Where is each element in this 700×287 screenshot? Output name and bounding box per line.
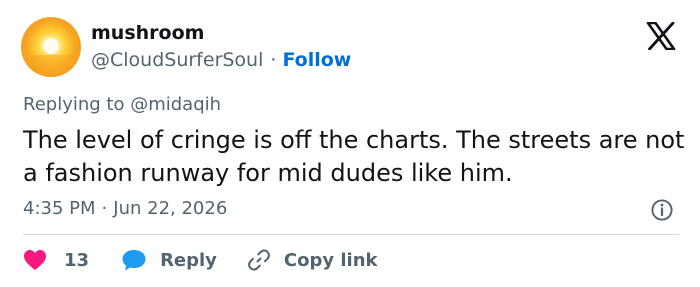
replying-to-prefix: Replying to bbox=[23, 94, 125, 115]
info-icon[interactable] bbox=[650, 198, 674, 222]
timestamp-separator: · bbox=[101, 198, 108, 219]
sunset-avatar-image bbox=[21, 38, 81, 77]
handle-separator: · bbox=[270, 49, 277, 71]
action-bar: 13 Reply Copy link bbox=[23, 246, 378, 274]
reply-bubble-icon bbox=[122, 250, 146, 271]
tweet-timestamp[interactable]: 4:35 PM · Jun 22, 2026 bbox=[23, 196, 227, 222]
avatar[interactable] bbox=[21, 17, 81, 77]
replying-to: Replying to @midaqih bbox=[23, 93, 221, 117]
reply-button[interactable]: Reply bbox=[121, 248, 217, 272]
copy-link-label: Copy link bbox=[283, 249, 378, 271]
follow-button[interactable]: Follow bbox=[282, 49, 351, 71]
x-logo-icon[interactable] bbox=[646, 22, 676, 50]
replying-to-handle[interactable]: @midaqih bbox=[130, 94, 221, 115]
heart-icon bbox=[24, 250, 46, 270]
tweet-text: The level of cringe is off the charts. T… bbox=[23, 126, 685, 187]
tweet-date: Jun 22, 2026 bbox=[113, 198, 228, 219]
tweet-time: 4:35 PM bbox=[23, 198, 96, 219]
like-count: 13 bbox=[64, 249, 90, 271]
divider bbox=[23, 234, 679, 235]
author-handle-line: @CloudSurferSoul · Follow bbox=[91, 47, 351, 73]
reply-label: Reply bbox=[160, 249, 217, 271]
author-handle[interactable]: @CloudSurferSoul bbox=[91, 49, 263, 71]
author-display-name[interactable]: mushroom bbox=[91, 20, 204, 46]
copy-link-button[interactable]: Copy link bbox=[247, 248, 378, 272]
link-icon bbox=[248, 249, 270, 271]
like-button[interactable]: 13 bbox=[23, 249, 89, 271]
